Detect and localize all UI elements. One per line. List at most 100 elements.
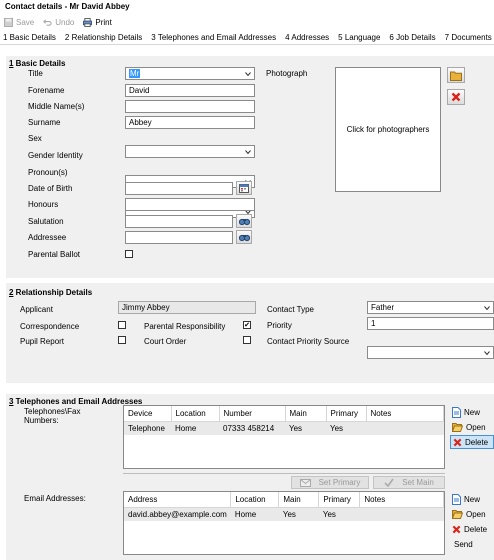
date-picker-button[interactable] bbox=[236, 181, 252, 195]
table-row[interactable]: Telephone Home 07333 458214 Yes Yes bbox=[124, 421, 444, 435]
window-title: Contact details - Mr David Abbey bbox=[0, 0, 494, 14]
forename-label: Forename bbox=[28, 86, 65, 95]
email-col-location[interactable]: Location bbox=[230, 492, 280, 508]
chevron-down-icon bbox=[245, 72, 251, 77]
parental-ballot-label: Parental Ballot bbox=[28, 250, 81, 259]
phones-col-main[interactable]: Main bbox=[285, 406, 327, 422]
phones-label-line2: Numbers: bbox=[24, 416, 59, 425]
phone-new-button[interactable]: New bbox=[452, 405, 480, 419]
phone-delete-button[interactable]: Delete bbox=[450, 435, 494, 449]
phones-col-primary[interactable]: Primary bbox=[326, 406, 367, 422]
title-select[interactable]: Mr bbox=[125, 67, 255, 80]
salutation-generate-button[interactable] bbox=[236, 214, 252, 228]
phone-open-button[interactable]: Open bbox=[452, 420, 486, 434]
relationship-details-panel: 2 Relationship Details Applicant Jimmy A… bbox=[6, 283, 494, 383]
date-of-birth-input[interactable] bbox=[125, 182, 233, 195]
binoculars-icon bbox=[238, 218, 250, 225]
pupil-report-checkbox[interactable] bbox=[118, 336, 126, 344]
parental-responsibility-label: Parental Responsibility bbox=[144, 322, 226, 331]
photo-delete-button[interactable] bbox=[447, 89, 465, 105]
phones-col-device[interactable]: Device bbox=[124, 406, 172, 422]
contact-type-value: Father bbox=[371, 303, 395, 312]
middle-name-input[interactable] bbox=[125, 100, 255, 113]
salutation-input[interactable] bbox=[125, 215, 233, 228]
photograph-label: Photograph bbox=[266, 69, 308, 78]
surname-input[interactable]: Abbey bbox=[125, 116, 255, 129]
email-primary-cell: Yes bbox=[318, 507, 360, 521]
tab-relationship-details[interactable]: 2 Relationship Details bbox=[65, 33, 142, 42]
addressee-generate-button[interactable] bbox=[236, 230, 252, 244]
email-send-button[interactable]: Send bbox=[454, 537, 473, 551]
email-new-button[interactable]: New bbox=[452, 492, 480, 506]
set-main-button[interactable]: Set Main bbox=[373, 476, 445, 489]
tab-telephones-email[interactable]: 3 Telephones and Email Addresses bbox=[151, 33, 276, 42]
email-address-cell: david.abbey@example.com bbox=[124, 507, 231, 521]
email-main-cell: Yes bbox=[278, 507, 319, 521]
middle-name-label: Middle Name(s) bbox=[28, 102, 85, 111]
phone-main-cell: Yes bbox=[285, 421, 326, 435]
undo-label: Undo bbox=[55, 18, 75, 27]
photo-browse-button[interactable] bbox=[447, 67, 465, 83]
photograph-button-text: Click for photographers bbox=[346, 125, 430, 134]
contact-type-select[interactable]: Father bbox=[367, 301, 494, 314]
email-location-cell: Home bbox=[230, 507, 279, 521]
phones-col-location[interactable]: Location bbox=[171, 406, 220, 422]
phone-notes-cell bbox=[366, 421, 444, 435]
phone-new-label: New bbox=[464, 407, 481, 417]
court-order-label: Court Order bbox=[144, 337, 187, 346]
sex-label: Sex bbox=[28, 134, 42, 143]
toolbar: Save Undo Print bbox=[0, 15, 494, 30]
set-primary-button[interactable]: Set Primary bbox=[291, 476, 369, 489]
section-tabs: 1 Basic Details 2 Relationship Details 3… bbox=[0, 31, 494, 45]
email-grid: Address Location Main Primary Notes davi… bbox=[123, 491, 445, 555]
email-col-notes[interactable]: Notes bbox=[359, 492, 444, 508]
email-open-label: Open bbox=[466, 509, 486, 519]
honours-input[interactable] bbox=[125, 198, 255, 211]
sex-select[interactable] bbox=[125, 145, 255, 158]
priority-label: Priority bbox=[267, 321, 292, 330]
phone-delete-label: Delete bbox=[465, 437, 489, 447]
binoculars-icon bbox=[238, 234, 250, 241]
addressee-input[interactable] bbox=[125, 231, 233, 244]
delete-icon bbox=[451, 92, 461, 102]
table-row[interactable]: david.abbey@example.com Home Yes Yes bbox=[124, 507, 444, 521]
email-header-row: Address Location Main Primary Notes bbox=[124, 492, 444, 508]
email-open-button[interactable]: Open bbox=[452, 507, 486, 521]
save-button[interactable]: Save bbox=[4, 18, 34, 27]
email-col-address[interactable]: Address bbox=[124, 492, 232, 508]
print-button[interactable]: Print bbox=[83, 18, 112, 27]
email-new-label: New bbox=[464, 494, 481, 504]
email-col-primary[interactable]: Primary bbox=[318, 492, 361, 508]
phones-col-notes[interactable]: Notes bbox=[366, 406, 444, 422]
correspondence-checkbox[interactable] bbox=[118, 321, 126, 329]
pronouns-label: Pronoun(s) bbox=[28, 168, 68, 177]
printer-icon bbox=[83, 18, 93, 27]
phones-divider bbox=[123, 473, 445, 474]
phones-col-number[interactable]: Number bbox=[219, 406, 286, 422]
photograph-box[interactable]: Click for photographers bbox=[335, 67, 441, 192]
undo-button[interactable]: Undo bbox=[43, 18, 74, 27]
new-document-icon bbox=[452, 406, 461, 418]
email-delete-label: Delete bbox=[464, 524, 488, 534]
folder-icon bbox=[450, 71, 462, 81]
forename-input[interactable]: David bbox=[125, 84, 255, 97]
tab-language[interactable]: 5 Language bbox=[338, 33, 380, 42]
parental-responsibility-checkbox[interactable] bbox=[243, 321, 251, 329]
set-primary-label: Set Primary bbox=[318, 478, 361, 487]
phone-open-label: Open bbox=[466, 422, 486, 432]
pupil-report-label: Pupil Report bbox=[20, 337, 65, 346]
tab-job-details[interactable]: 6 Job Details bbox=[389, 33, 435, 42]
court-order-checkbox[interactable] bbox=[243, 336, 251, 344]
tab-addresses[interactable]: 4 Addresses bbox=[285, 33, 329, 42]
parental-ballot-checkbox[interactable] bbox=[125, 250, 133, 258]
email-delete-button[interactable]: Delete bbox=[452, 522, 487, 536]
contact-priority-source-select[interactable] bbox=[367, 346, 494, 359]
email-col-main[interactable]: Main bbox=[278, 492, 320, 508]
email-label: Email Addresses: bbox=[24, 494, 86, 503]
delete-icon bbox=[452, 525, 461, 533]
folder-open-icon bbox=[452, 423, 463, 432]
tab-basic-details[interactable]: 1 Basic Details bbox=[3, 33, 56, 42]
tab-documents[interactable]: 7 Documents bbox=[445, 33, 492, 42]
priority-input[interactable]: 1 bbox=[367, 317, 494, 330]
contact-priority-source-label: Contact Priority Source bbox=[267, 337, 350, 346]
